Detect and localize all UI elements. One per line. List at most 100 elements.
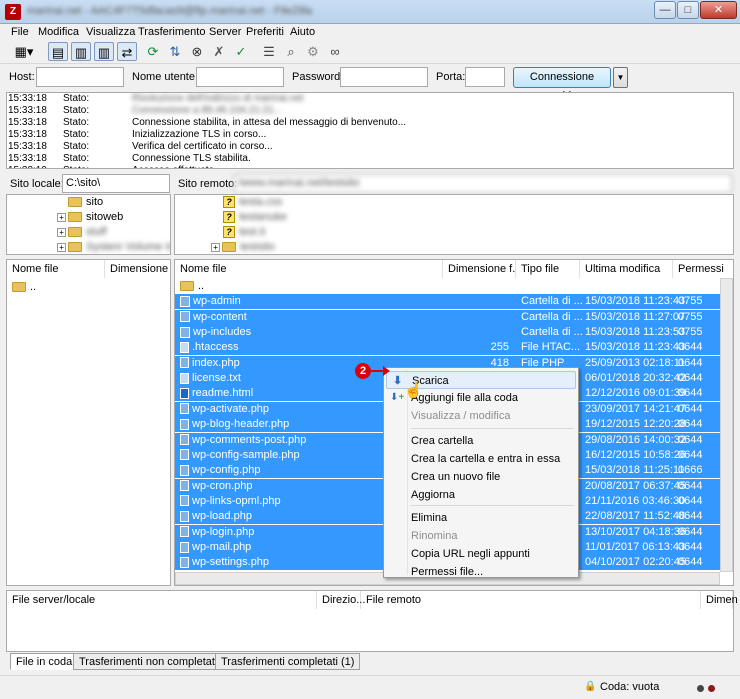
tree-item[interactable]: + stuff — [57, 225, 107, 239]
menu-separator — [411, 428, 574, 429]
folder-icon — [68, 227, 82, 238]
log-time: 15:33:18 — [8, 129, 47, 140]
remote-col-date[interactable]: Ultima modifica — [580, 260, 673, 278]
compare-dirs-icon[interactable]: ⌕ — [281, 42, 301, 61]
port-label: Porta: — [436, 71, 466, 83]
tree-item[interactable]: + System Volume Inf — [57, 240, 170, 254]
transfer-queue[interactable]: File server/locale Direzio... File remot… — [6, 590, 738, 652]
refresh-icon[interactable]: ⟳ — [143, 42, 163, 61]
host-input[interactable] — [36, 67, 124, 87]
menu-separator — [411, 505, 574, 506]
menu-item-permessi-file[interactable]: Permessi file... — [386, 563, 576, 581]
expand-icon[interactable]: + — [57, 212, 66, 222]
tree-item[interactable]: sito — [68, 195, 103, 209]
local-path-input[interactable]: C:\sito\ — [62, 174, 170, 193]
table-row[interactable]: wp-content Cartella di ... 15/03/2018 11:2… — [175, 309, 720, 325]
filter-icon[interactable]: ☰ — [259, 42, 279, 61]
window-title: marinai.net - AAC4F7T5dfacas9@ftp.marina… — [27, 5, 313, 17]
menu-preferiti[interactable]: Preferiti — [246, 26, 284, 38]
queue-col-remote[interactable]: File remoto — [361, 591, 701, 609]
log-type: Stato: — [63, 153, 90, 164]
menu-item-visualizza-modifica[interactable]: Visualizza / modifica — [386, 407, 576, 425]
menu-item-copia-url-negli-appunti[interactable]: Copia URL negli appunti — [386, 545, 576, 563]
close-button[interactable]: ✕ — [700, 1, 737, 19]
queue-col-file[interactable]: File server/locale — [7, 591, 317, 609]
filezilla-app-icon: Z — [5, 4, 21, 20]
toggle-queue-icon[interactable]: ⇄ — [117, 42, 137, 61]
remote-col-perm[interactable]: Permessi — [673, 260, 733, 278]
local-col-name[interactable]: Nome file — [7, 260, 105, 278]
table-row[interactable]: wp-includes Cartella di ... 15/03/2018 11:… — [175, 325, 720, 341]
password-input[interactable] — [340, 67, 428, 87]
folder-icon — [222, 242, 236, 253]
menu-item-crea-la-cartella-e-entra-in-essa[interactable]: Crea la cartella e entra in essa — [386, 450, 576, 468]
table-row[interactable]: .. — [175, 279, 720, 294]
menu-item-rinomina[interactable]: Rinomina — [386, 527, 576, 545]
transfer-led-icon — [708, 685, 715, 692]
vertical-scrollbar[interactable] — [720, 278, 733, 572]
tab-queued[interactable]: File in coda — [10, 653, 79, 670]
sync-browsing-icon[interactable]: ⚙ — [303, 42, 323, 61]
list-item[interactable]: .. — [7, 280, 170, 295]
menu-trasferimento[interactable]: Trasferimento — [138, 26, 205, 38]
table-row[interactable]: .htaccess 255 File HTAC... 15/03/2018 11:23… — [175, 340, 720, 356]
local-file-list[interactable]: Nome file Dimensione .. — [6, 259, 171, 586]
reconnect-icon[interactable]: ✓ — [231, 42, 251, 61]
tree-item[interactable]: + sitoweb — [57, 210, 123, 224]
toggle-log-icon[interactable]: ▤ — [48, 42, 68, 61]
local-directory-tree[interactable]: sito + sitoweb + stuff + System Volume Inf — [6, 194, 171, 255]
local-col-size[interactable]: Dimensione — [105, 260, 170, 278]
menu-item-aggiorna[interactable]: Aggiorna — [386, 486, 576, 504]
port-input[interactable] — [465, 67, 505, 87]
step-badge: 2 — [355, 363, 371, 379]
menu-visualizza[interactable]: Visualizza — [86, 26, 135, 38]
unknown-folder-icon: ? — [223, 211, 235, 224]
log-time: 15:33:18 — [8, 141, 47, 152]
tab-failed[interactable]: Trasferimenti non completati — [73, 653, 224, 670]
expand-icon[interactable]: + — [57, 242, 66, 252]
site-manager-icon[interactable]: ▦▾ — [9, 42, 39, 61]
tree-item[interactable]: ? testa.css — [223, 195, 282, 209]
php-icon — [180, 526, 189, 538]
quickconnect-dropdown-icon[interactable]: ▼ — [613, 67, 628, 88]
queue-col-size[interactable]: Dimen — [701, 591, 738, 609]
remote-col-size[interactable]: Dimensione f... — [443, 260, 521, 278]
remote-path-input[interactable]: /www.marinai.net/testsito — [234, 174, 732, 193]
tab-successful[interactable]: Trasferimenti completati (1) — [215, 653, 361, 670]
php-icon — [180, 434, 189, 446]
remote-col-name[interactable]: Nome file — [175, 260, 443, 278]
tree-item[interactable]: + testsito — [211, 240, 275, 254]
toggle-local-tree-icon[interactable]: ▥ — [71, 42, 91, 61]
table-row[interactable]: wp-admin Cartella di ... 15/03/2018 11:23:… — [175, 294, 720, 310]
log-message: Inizializzazione TLS in corso... — [132, 129, 267, 140]
minimize-button[interactable]: — — [654, 1, 676, 19]
queue-col-direction[interactable]: Direzio... — [317, 591, 365, 609]
message-log[interactable]: 15:33:18 Stato: Risoluzione dell'indirizzo… — [6, 92, 734, 169]
quickconnect-button[interactable]: Connessione rapida — [513, 67, 611, 102]
menu-file[interactable]: File — [11, 26, 29, 38]
username-input[interactable] — [196, 67, 284, 87]
remote-directory-tree[interactable]: ? testa.css? testanuke? test.it + testsito — [174, 194, 734, 255]
search-files-icon[interactable]: ∞ — [325, 42, 345, 61]
hand-cursor-icon: ☝ — [404, 382, 423, 399]
log-type: Stato: — [63, 117, 90, 128]
menu-modifica[interactable]: Modifica — [38, 26, 79, 38]
expand-icon[interactable]: + — [211, 242, 220, 252]
menu-item-elimina[interactable]: Elimina — [386, 509, 576, 527]
user-label: Nome utente: — [132, 71, 199, 83]
local-path-label: Sito locale: — [10, 178, 64, 190]
menu-aiuto[interactable]: Aiuto — [290, 26, 315, 38]
php-icon — [180, 495, 189, 507]
disconnect-icon[interactable]: ✗ — [209, 42, 229, 61]
menu-item-crea-cartella[interactable]: Crea cartella — [386, 432, 576, 450]
tree-item[interactable]: ? testanuke — [223, 210, 287, 224]
expand-icon[interactable]: + — [57, 227, 66, 237]
cancel-icon[interactable]: ⊗ — [187, 42, 207, 61]
tree-item[interactable]: ? test.it — [223, 225, 265, 239]
maximize-button[interactable]: □ — [677, 1, 699, 19]
toggle-remote-tree-icon[interactable]: ▥ — [94, 42, 114, 61]
remote-col-type[interactable]: Tipo file — [516, 260, 580, 278]
process-queue-icon[interactable]: ⇅ — [165, 42, 185, 61]
menu-item-crea-un-nuovo-file[interactable]: Crea un nuovo file — [386, 468, 576, 486]
menu-server[interactable]: Server — [209, 26, 241, 38]
